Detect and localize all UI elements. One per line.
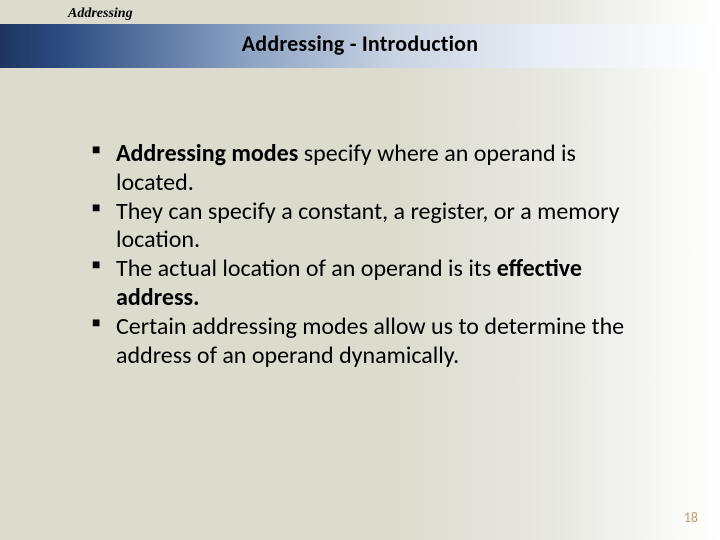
slide-title: Addressing - Introduction — [0, 30, 720, 57]
text-run: They can specify a constant, a register,… — [116, 197, 619, 255]
bold-term: Addressing modes — [116, 139, 298, 168]
page-number: 18 — [684, 509, 698, 526]
content-area: Addressing modes specify where an operan… — [92, 140, 652, 370]
topic-label: Addressing — [68, 6, 133, 22]
text-run: Certain addressing modes allow us to det… — [116, 312, 624, 370]
text-run: The actual location of an operand is its — [116, 254, 497, 283]
list-item: Addressing modes specify where an operan… — [92, 140, 652, 198]
list-item: They can specify a constant, a register,… — [92, 198, 652, 256]
list-item: Certain addressing modes allow us to det… — [92, 313, 652, 371]
bullet-list: Addressing modes specify where an operan… — [92, 140, 652, 370]
slide: Addressing Addressing - Introduction Add… — [0, 0, 720, 540]
list-item: The actual location of an operand is its… — [92, 255, 652, 313]
